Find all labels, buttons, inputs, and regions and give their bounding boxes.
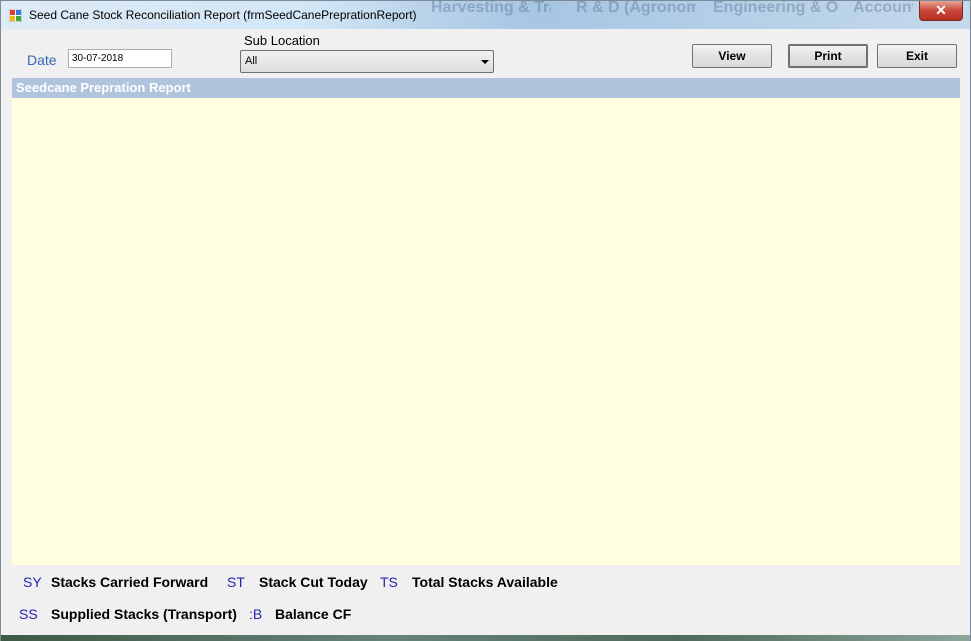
legend-code-sy: SY bbox=[23, 574, 42, 590]
legend-code-ts: TS bbox=[380, 574, 398, 590]
background-window-title-1: Harvesting & Transport bbox=[431, 1, 551, 16]
close-icon: ✕ bbox=[935, 2, 947, 18]
close-button[interactable]: ✕ bbox=[919, 1, 963, 21]
title-bar[interactable]: Harvesting & Transport R & D (Agronomy) … bbox=[1, 1, 970, 29]
legend-code-b: :B bbox=[249, 606, 263, 622]
sub-location-selected-value: All bbox=[245, 55, 258, 67]
legend-text-ss: Supplied Stacks (Transport) bbox=[51, 606, 237, 622]
legend-code-ss: SS bbox=[19, 606, 38, 622]
sub-location-label: Sub Location bbox=[244, 33, 320, 48]
window-title: Seed Cane Stock Reconciliation Report (f… bbox=[29, 8, 417, 22]
background-window-title-2: R & D (Agronomy) bbox=[576, 1, 696, 16]
exit-button[interactable]: Exit bbox=[877, 44, 957, 68]
report-area[interactable] bbox=[12, 98, 960, 565]
background-window-title-3: Engineering & Operation bbox=[713, 1, 838, 16]
legend-text-sy: Stacks Carried Forward bbox=[51, 574, 209, 590]
app-icon bbox=[9, 9, 22, 22]
sub-location-dropdown[interactable]: All bbox=[240, 50, 494, 73]
legend-text-st: Stack Cut Today bbox=[259, 574, 368, 590]
report-window: Harvesting & Transport R & D (Agronomy) … bbox=[0, 0, 971, 641]
legend-text-ts: Total Stacks Available bbox=[412, 574, 558, 590]
form-client-area: Date 30-07-2018 Sub Location All View Pr… bbox=[9, 30, 962, 635]
date-field[interactable]: 30-07-2018 bbox=[68, 49, 172, 68]
chevron-down-icon bbox=[481, 60, 489, 64]
view-button[interactable]: View bbox=[692, 44, 772, 68]
report-header: Seedcane Prepration Report bbox=[12, 78, 960, 98]
background-window-title-4: Accounts bbox=[853, 1, 913, 16]
desktop-background-strip bbox=[1, 635, 970, 641]
date-label: Date bbox=[27, 52, 57, 68]
legend-text-b: Balance CF bbox=[275, 606, 352, 622]
legend-code-st: ST bbox=[227, 574, 245, 590]
print-button[interactable]: Print bbox=[788, 44, 868, 68]
